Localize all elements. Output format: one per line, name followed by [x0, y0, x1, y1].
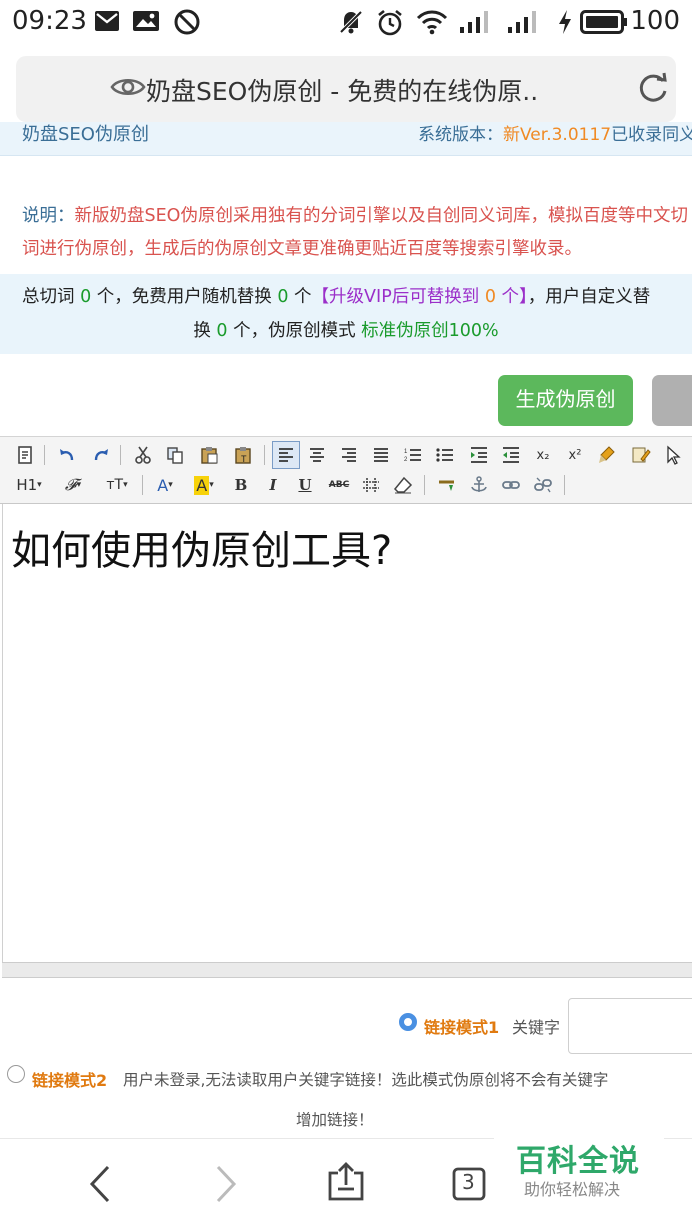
toolbar-separator — [264, 445, 265, 465]
editor-statusbar — [2, 962, 692, 978]
mail-icon — [94, 9, 120, 37]
do-not-disturb-icon — [174, 9, 200, 39]
keyword-input[interactable] — [568, 998, 692, 1054]
watermark-title: 百科全说 — [516, 1144, 640, 1179]
watermark-logo: 百科全说 助你轻松解决 — [494, 1128, 664, 1202]
keyword-label: 关键字 — [512, 1018, 561, 1037]
align-justify-icon[interactable] — [368, 442, 394, 468]
paste-text-icon[interactable]: T — [230, 442, 256, 468]
stats-panel: 总切词 0 个，免费用户随机替换 0 个【升级VIP后可替换到 0 个】，用户自… — [0, 274, 692, 354]
undo-icon[interactable] — [54, 442, 80, 468]
site-header: 奶盘SEO伪原创 系统版本：新Ver.3.0117已收录同义 — [0, 122, 692, 156]
stats-line-2: 换 0 个，伪原创模式 标准伪原创100% — [193, 321, 499, 341]
battery-icon — [580, 9, 628, 39]
font-family-dropdown[interactable]: 𝓕 ▾ — [56, 472, 90, 498]
generate-button[interactable]: 生成伪原创 — [498, 375, 633, 426]
format-brush-icon[interactable] — [594, 442, 620, 468]
svg-text:T: T — [241, 454, 247, 464]
signal-icon-1 — [458, 9, 494, 39]
mode-value: 标准伪原创100% — [361, 321, 499, 341]
address-bar[interactable]: 奶盘SEO伪原创 - 免费的在线伪原.. — [16, 56, 676, 122]
eraser-icon[interactable] — [390, 472, 416, 498]
link-mode-2-note: 用户未登录,无法读取用户关键字链接！选此模式伪原创将不会有关键字 — [123, 1071, 609, 1089]
status-bar: 09:23 100 — [0, 0, 692, 44]
stats-line-1: 总切词 0 个，免费用户随机替换 0 个【升级VIP后可替换到 0 个】，用户自… — [22, 287, 651, 307]
back-icon[interactable] — [86, 1163, 116, 1209]
editor-area[interactable]: 如何使用伪原创工具? — [2, 504, 692, 962]
description-text: 新版奶盘SEO伪原创采用独有的分词引擎以及自创同义词库，模拟百度等中文切词进行伪… — [22, 206, 688, 259]
toolbar-separator — [44, 445, 45, 465]
align-center-icon[interactable] — [304, 442, 330, 468]
mute-icon — [338, 9, 364, 39]
outdent-icon[interactable] — [498, 442, 524, 468]
edit-icon[interactable] — [628, 442, 654, 468]
alarm-icon — [376, 9, 404, 41]
indent-icon[interactable] — [466, 442, 492, 468]
subscript-button[interactable]: x₂ — [530, 442, 556, 468]
link-mode-2-label[interactable]: 链接模式2 — [32, 1067, 107, 1091]
tab-count: 3 — [462, 1170, 475, 1194]
reload-icon[interactable] — [635, 71, 671, 111]
italic-button[interactable]: I — [260, 472, 286, 498]
toolbar-separator — [424, 475, 425, 495]
paste-icon[interactable] — [196, 442, 222, 468]
status-time: 09:23 — [12, 6, 87, 36]
page-title[interactable]: 奶盘SEO伪原创 - 免费的在线伪原.. — [146, 72, 538, 108]
strikethrough-button[interactable]: ABC — [324, 472, 354, 498]
copy-icon[interactable] — [162, 442, 188, 468]
tabs-icon[interactable]: 3 — [452, 1165, 492, 1207]
toolbar-separator — [120, 445, 121, 465]
share-icon[interactable] — [326, 1161, 366, 1207]
insert-link-icon[interactable] — [434, 472, 460, 498]
ordered-list-icon[interactable]: 12 — [400, 442, 426, 468]
image-icon — [132, 9, 160, 37]
source-icon[interactable] — [12, 442, 38, 468]
vip-upgrade-text: 【升级VIP后可替换到 — [311, 287, 485, 307]
secondary-button[interactable] — [652, 375, 692, 426]
link-mode-1-label[interactable]: 链接模式1 — [424, 1014, 499, 1038]
cursor-icon[interactable] — [660, 442, 686, 468]
bold-button[interactable]: B — [228, 472, 254, 498]
font-size-dropdown[interactable]: тT ▾ — [100, 472, 134, 498]
description: 说明：新版奶盘SEO伪原创采用独有的分词引擎以及自创同义词库，模拟百度等中文切词… — [22, 200, 688, 266]
link-icon[interactable] — [498, 472, 524, 498]
horizontal-rule-icon[interactable] — [358, 472, 384, 498]
anchor-icon[interactable] — [466, 472, 492, 498]
heading-dropdown[interactable]: H1 ▾ — [12, 472, 46, 498]
editor-content[interactable]: 如何使用伪原创工具? — [11, 518, 392, 576]
battery-percent: 100 — [630, 6, 680, 36]
link-mode-2-note-cont: 增加链接！ — [296, 1111, 374, 1129]
watermark-subtitle: 助你轻松解决 — [524, 1180, 621, 1199]
align-left-icon[interactable] — [272, 441, 300, 469]
font-color-dropdown[interactable]: A ▾ — [150, 472, 180, 498]
background-color-dropdown[interactable]: A ▾ — [188, 472, 220, 498]
unordered-list-icon[interactable] — [432, 442, 458, 468]
link-mode-2-radio[interactable] — [7, 1065, 25, 1083]
superscript-button[interactable]: x² — [562, 442, 588, 468]
align-right-icon[interactable] — [336, 442, 362, 468]
cut-icon[interactable] — [130, 442, 156, 468]
signal-icon-2 — [506, 9, 544, 39]
eye-icon[interactable] — [110, 75, 146, 103]
forward-icon[interactable] — [210, 1163, 240, 1209]
wifi-icon — [416, 9, 448, 39]
unlink-icon[interactable] — [530, 472, 556, 498]
version-info: 系统版本：新Ver.3.0117已收录同义 — [418, 125, 692, 145]
site-brand[interactable]: 奶盘SEO伪原创 — [22, 122, 149, 146]
charging-icon — [558, 9, 572, 39]
redo-icon[interactable] — [88, 442, 114, 468]
underline-button[interactable]: U — [292, 472, 318, 498]
editor-toolbar: T 12 x₂ x² H1 ▾ 𝓕 ▾ тT ▾ A ▾ A ▾ B I U ABC — [0, 436, 692, 504]
toolbar-separator — [142, 475, 143, 495]
link-mode-1-radio[interactable] — [399, 1013, 417, 1031]
description-label: 说明： — [22, 206, 75, 226]
svg-text:1: 1 — [404, 449, 408, 455]
toolbar-separator — [564, 475, 565, 495]
svg-text:2: 2 — [404, 457, 408, 463]
